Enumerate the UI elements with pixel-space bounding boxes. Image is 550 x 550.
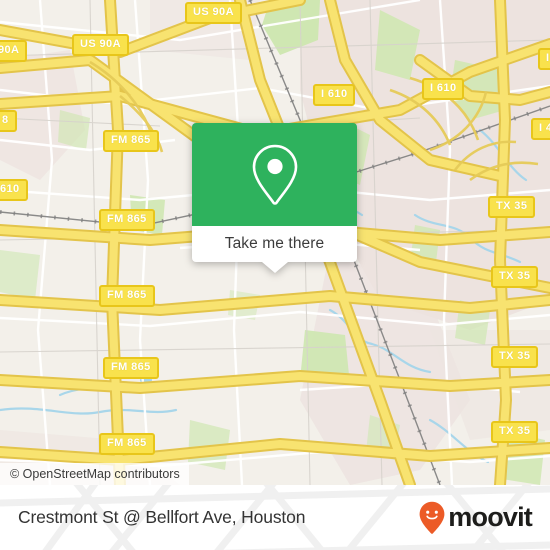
road-shield: FM 865: [99, 209, 155, 231]
road-shield: US 90A: [185, 2, 242, 24]
road-shield: FM 865: [99, 433, 155, 455]
moovit-logo[interactable]: moovit: [419, 501, 533, 535]
road-shield: I 610: [422, 78, 465, 100]
road-shield: FM 865: [103, 357, 159, 379]
moovit-pin-smiley-icon: [419, 501, 445, 534]
road-shield: 90A: [0, 40, 28, 62]
road-shield: I 4: [531, 118, 550, 140]
road-shield: I 610: [538, 48, 550, 70]
road-shield: TX 35: [488, 196, 536, 218]
road-shield: FM 865: [103, 130, 159, 152]
popup-header: [192, 123, 357, 226]
popup-footer[interactable]: Take me there: [192, 226, 357, 273]
map-pin-icon: [252, 144, 297, 205]
moovit-wordmark: moovit: [448, 502, 533, 532]
location-title: Crestmont St @ Bellfort Ave, Houston: [18, 507, 306, 527]
road-shield: TX 35: [491, 346, 539, 368]
road-shield: 8: [0, 110, 17, 132]
moovit-map-page: US 90A US 90A 90A I 610 I 610 I 610 FM 865 8 I 4…: [0, 0, 550, 550]
road-shield: US 90A: [72, 34, 129, 56]
footer-content: Crestmont St @ Bellfort Ave, Houston moo…: [0, 485, 550, 550]
osm-attribution[interactable]: © OpenStreetMap contributors: [0, 463, 189, 485]
popup-tail-pointer: [261, 262, 288, 273]
footer-bar: Crestmont St @ Bellfort Ave, Houston moo…: [0, 485, 550, 550]
road-shield: TX 35: [491, 421, 539, 443]
map-canvas[interactable]: US 90A US 90A 90A I 610 I 610 I 610 FM 865 8 I 4…: [0, 0, 550, 485]
location-popup-card[interactable]: Take me there: [192, 123, 357, 273]
take-me-there-label: Take me there: [224, 235, 325, 252]
road-shield: TX 35: [491, 266, 539, 288]
road-shield: FM 865: [99, 285, 155, 307]
road-shield: 610: [0, 179, 28, 201]
road-shield: I 610: [313, 84, 356, 106]
